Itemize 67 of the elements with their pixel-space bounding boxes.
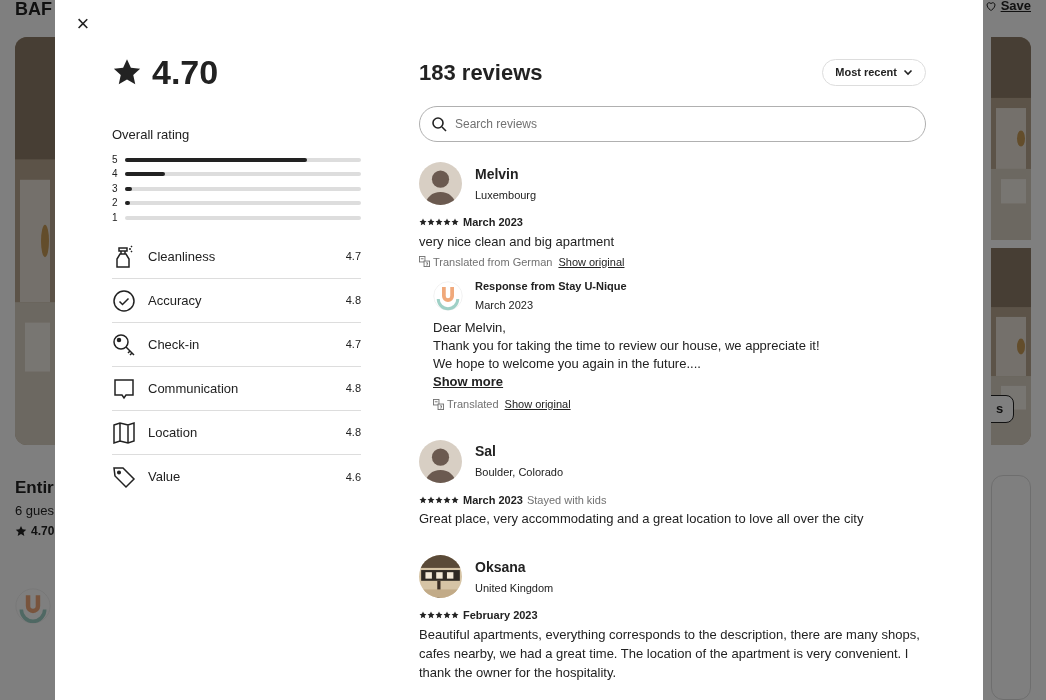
tag-icon xyxy=(112,465,136,489)
overall-rating: 4.70 xyxy=(152,55,219,89)
search-field[interactable]: Search reviews xyxy=(419,106,926,142)
show-more-link[interactable]: Show more xyxy=(433,373,504,391)
show-original-link[interactable]: Show original xyxy=(504,396,571,413)
host-logo-icon xyxy=(15,588,51,624)
save-link[interactable]: Save xyxy=(1000,0,1031,16)
star-icon xyxy=(112,57,142,87)
rating-level-label: 4 xyxy=(112,169,119,180)
category-score: 4.7 xyxy=(345,337,361,353)
review-text: Beautiful apartments, everything corresponds to the description, there are many shops, cafes nearby, we had a great time. The location of the apartment is very convenient. I thank the owner for the hospitality. xyxy=(419,625,921,682)
category-score: 4.8 xyxy=(345,381,361,397)
check-circle-icon xyxy=(112,288,136,313)
overall-rating-label: Overall rating xyxy=(112,126,191,144)
key-icon xyxy=(112,332,136,357)
translation-note: Translated xyxy=(447,397,499,412)
translation-note: Translated from German xyxy=(433,254,553,270)
speech-bubble-icon xyxy=(112,376,136,401)
category-label: Location xyxy=(148,423,199,442)
reviewer-location: United Kingdom xyxy=(475,580,554,596)
review-date: March 2023 xyxy=(463,492,523,508)
avatar xyxy=(419,439,462,483)
response-text: Dear Melvin, xyxy=(433,319,507,337)
review-date: February 2023 xyxy=(463,608,538,623)
review-text: Great place, very accommodating and a great location to love all over the city xyxy=(419,510,865,528)
caret-icon xyxy=(903,67,913,77)
category-label: Value xyxy=(148,468,182,487)
reviewer-location: Luxembourg xyxy=(475,187,537,203)
review-text: very nice clean and big apartment xyxy=(419,232,616,251)
review-date: March 2023 xyxy=(463,215,523,230)
translate-icon xyxy=(419,256,430,268)
response-title: Response from Stay U-Nique xyxy=(475,279,627,294)
star-icon xyxy=(15,525,27,537)
reviews-title: 183 reviews xyxy=(419,58,543,87)
category-label: Communication xyxy=(148,379,240,398)
category-label: Accuracy xyxy=(148,291,203,310)
rating-level-label: 1 xyxy=(112,212,119,223)
category-score: 4.8 xyxy=(345,293,361,309)
category-label: Cleanliness xyxy=(148,247,217,266)
translate-icon xyxy=(433,398,444,410)
page-title: BAF xyxy=(15,0,52,18)
heart-icon xyxy=(984,0,997,12)
response-date: March 2023 xyxy=(475,297,535,313)
listing-title: Entir xyxy=(15,477,54,499)
rating-level-label: 3 xyxy=(112,183,119,194)
rating-level-label: 5 xyxy=(112,154,119,165)
listing-details: 6 gues xyxy=(15,501,55,520)
avatar xyxy=(419,162,462,205)
rating-level-label: 2 xyxy=(112,198,119,209)
show-original-link[interactable]: Show original xyxy=(558,253,625,270)
reviewer-name: Sal xyxy=(475,442,497,462)
search-icon xyxy=(431,116,447,132)
close-button[interactable]: × xyxy=(73,14,93,34)
reviewer-name: Oksana xyxy=(475,557,527,577)
trip-type: Stayed with kids xyxy=(526,492,607,508)
category-score: 4.8 xyxy=(345,425,361,441)
category-label: Check-in xyxy=(148,335,201,354)
show-photos-button[interactable]: s xyxy=(991,394,1015,423)
category-score: 4.6 xyxy=(345,469,361,485)
host-logo-icon xyxy=(433,280,463,311)
category-score: 4.7 xyxy=(345,249,361,265)
reviewer-location: Boulder, Colorado xyxy=(475,465,564,481)
response-text: Thank you for taking the time to review our house, we appreciate it! xyxy=(433,337,821,355)
listing-rating: 4.70 xyxy=(31,523,55,540)
response-text: We hope to welcome you again in the future.... xyxy=(433,355,702,373)
map-icon xyxy=(112,420,136,445)
reviewer-name: Melvin xyxy=(475,164,520,184)
